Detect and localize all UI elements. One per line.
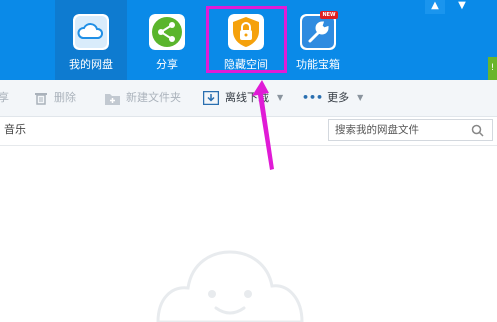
nav-label: 功能宝箱: [296, 58, 340, 71]
chevron-down-icon[interactable]: ▼: [277, 89, 283, 107]
search-input[interactable]: 搜索我的网盘文件: [328, 119, 493, 141]
new-folder-button[interactable]: 新建文件夹: [105, 89, 181, 107]
side-tab[interactable]: !: [488, 57, 497, 80]
new-folder-icon: [105, 93, 120, 105]
trash-icon: [35, 93, 47, 105]
delete-button[interactable]: 删除: [34, 89, 76, 107]
chevron-down-icon[interactable]: ▼: [357, 89, 363, 107]
share-icon: [149, 14, 185, 50]
cloud-icon: [73, 14, 109, 50]
nav-item-my-disk[interactable]: 我的网盘: [55, 0, 127, 80]
more-icon: •••: [302, 91, 324, 104]
more-label: 更多: [327, 91, 350, 104]
highlight-box: [206, 6, 287, 73]
offline-download-label: 离线下载: [225, 91, 269, 104]
nav-item-toolbox[interactable]: 功能宝箱: [282, 0, 354, 80]
new-folder-label: 新建文件夹: [126, 91, 181, 104]
offline-download-button[interactable]: 离线下载 ▼: [203, 89, 283, 107]
new-badge: NEW: [320, 11, 338, 19]
bell-icon[interactable]: ▲: [425, 0, 445, 14]
breadcrumb-current[interactable]: 音乐: [4, 123, 26, 137]
search-placeholder: 搜索我的网盘文件: [335, 124, 419, 136]
more-button[interactable]: ••• 更多 ▼: [302, 89, 363, 107]
nav-label: 分享: [156, 58, 178, 71]
search-icon[interactable]: [471, 124, 484, 137]
share-label: 享: [0, 91, 9, 104]
offline-download-icon: [203, 91, 219, 105]
wrench-icon: [300, 14, 336, 50]
share-toolbar-button[interactable]: 享: [0, 89, 9, 107]
delete-label: 删除: [54, 91, 76, 104]
menu-down-icon[interactable]: ▼: [452, 0, 472, 14]
nav-item-share[interactable]: 分享: [131, 0, 203, 80]
nav-label: 我的网盘: [69, 58, 113, 71]
empty-state-cloud-icon: [156, 250, 304, 322]
toolbar: 享 删除 新建文件夹 离线下载 ▼ ••• 更多 ▼: [0, 80, 497, 117]
